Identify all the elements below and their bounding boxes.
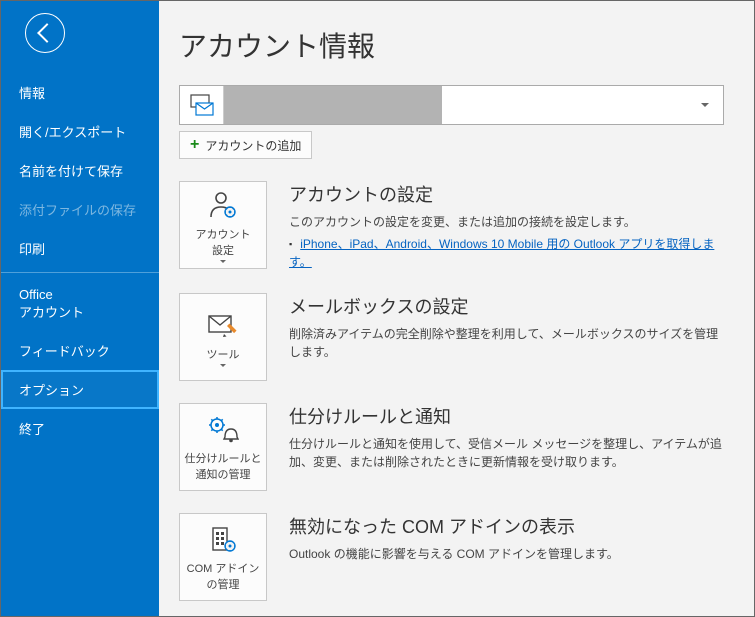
sidebar: 情報 開く/エクスポート 名前を付けて保存 添付ファイルの保存 印刷 Offic… (1, 1, 159, 616)
sidebar-item-options[interactable]: オプション (1, 370, 159, 409)
section-account-settings: アカウント 設定 アカウントの設定 このアカウントの設定を変更、または追加の接続… (179, 181, 724, 271)
section-title: 無効になった COM アドインの表示 (289, 513, 724, 539)
sidebar-item-exit[interactable]: 終了 (1, 409, 159, 448)
account-name-placeholder (224, 86, 442, 124)
section-title: メールボックスの設定 (289, 293, 724, 319)
sidebar-item-open-export[interactable]: 開く/エクスポート (1, 112, 159, 151)
tile-com-addins[interactable]: COM アドイン の管理 (179, 513, 267, 601)
section-desc: このアカウントの設定を変更、または追加の接続を設定します。 (289, 213, 724, 231)
sidebar-item-office-account[interactable]: Office アカウント (1, 277, 159, 331)
tile-label: ツール (207, 346, 240, 362)
sidebar-item-feedback[interactable]: フィードバック (1, 331, 159, 370)
envelope-pencil-icon (207, 308, 239, 342)
account-selector[interactable] (179, 85, 724, 125)
account-type-icon (180, 86, 224, 124)
add-account-label: アカウントの追加 (205, 137, 301, 154)
section-title: 仕分けルールと通知 (289, 403, 724, 429)
section-desc: 仕分けルールと通知を使用して、受信メール メッセージを整理し、アイテムが追加、変… (289, 435, 724, 471)
gear-bell-icon (207, 412, 239, 446)
page-title: アカウント情報 (179, 25, 724, 65)
chevron-down-icon (220, 364, 226, 367)
plus-icon: + (190, 136, 199, 154)
add-account-button[interactable]: + アカウントの追加 (179, 131, 312, 159)
tile-account-settings[interactable]: アカウント 設定 (179, 181, 267, 269)
back-button[interactable] (25, 13, 65, 53)
chevron-down-icon (701, 103, 709, 107)
tile-rules-alerts[interactable]: 仕分けルールと 通知の管理 (179, 403, 267, 491)
account-dropdown[interactable] (442, 86, 723, 124)
sidebar-item-save-as[interactable]: 名前を付けて保存 (1, 151, 159, 190)
building-gear-icon (208, 522, 238, 556)
section-desc: 削除済みアイテムの完全削除や整理を利用して、メールボックスのサイズを管理します。 (289, 325, 724, 361)
person-gear-icon (208, 188, 238, 222)
tile-tools[interactable]: ツール (179, 293, 267, 381)
section-desc: Outlook の機能に影響を与える COM アドインを管理します。 (289, 545, 724, 563)
section-rules-alerts: 仕分けルールと 通知の管理 仕分けルールと通知 仕分けルールと通知を使用して、受… (179, 403, 724, 491)
sidebar-item-print[interactable]: 印刷 (1, 229, 159, 268)
sidebar-divider (1, 272, 159, 273)
outlook-app-link[interactable]: iPhone、iPad、Android、Windows 10 Mobile 用の… (289, 237, 714, 269)
section-title: アカウントの設定 (289, 181, 724, 207)
sidebar-item-save-attachments: 添付ファイルの保存 (1, 190, 159, 229)
chevron-down-icon (220, 260, 226, 263)
tile-label: COM アドイン の管理 (187, 560, 260, 592)
tile-label: 仕分けルールと 通知の管理 (185, 450, 262, 482)
main-content: アカウント情報 + アカウントの追加 (159, 1, 754, 616)
tile-label: アカウント 設定 (196, 226, 251, 258)
section-com-addins: COM アドイン の管理 無効になった COM アドインの表示 Outlook … (179, 513, 724, 601)
sidebar-item-info[interactable]: 情報 (1, 73, 159, 112)
back-arrow-icon (37, 23, 57, 43)
section-mailbox-settings: ツール メールボックスの設定 削除済みアイテムの完全削除や整理を利用して、メール… (179, 293, 724, 381)
